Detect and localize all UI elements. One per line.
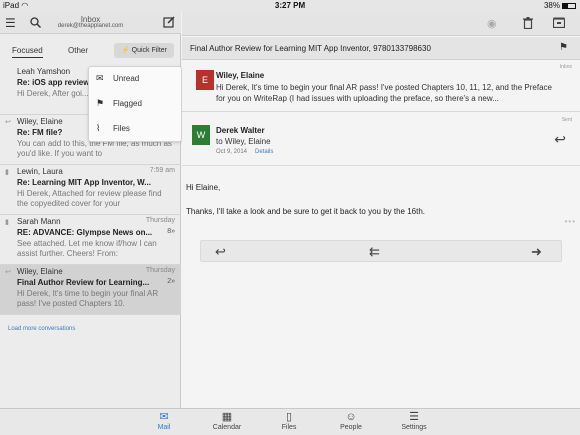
message-actions-bar: ↩ ⇇ ➜ xyxy=(200,240,562,262)
menu-item-unread[interactable]: ✉ Unread xyxy=(89,67,183,91)
reply-icon: ↩ xyxy=(5,269,11,276)
list-item-selected[interactable]: ↩ Wiley, Elaine Thursday Final Author Re… xyxy=(0,265,181,315)
attachment-icon: ▮ xyxy=(5,169,9,176)
mail-icon: ✉ xyxy=(159,411,169,423)
reply-icon[interactable]: ↩ xyxy=(554,131,566,148)
message-body: Thanks, I'll take a look and be sure to … xyxy=(186,207,426,216)
subject-bar: Final Author Review for Learning MIT App… xyxy=(182,37,580,60)
menu-item-files[interactable]: ⌇ Files xyxy=(89,117,183,141)
load-more-link[interactable]: Load more conversations xyxy=(8,326,75,332)
files-icon: ▯ xyxy=(285,411,293,423)
tab-files[interactable]: ▯ Files xyxy=(261,411,317,431)
divider xyxy=(182,165,580,166)
tab-people[interactable]: ☺ People xyxy=(323,411,379,431)
tab-mail[interactable]: ✉ Mail xyxy=(136,411,192,431)
tab-settings[interactable]: ☰ Settings xyxy=(386,411,442,431)
compose-icon[interactable] xyxy=(163,16,175,30)
envelope-icon: ✉ xyxy=(96,73,104,83)
quick-filter-menu: ✉ Unread ⚑ Flagged ⌇ Files xyxy=(88,66,182,142)
settings-icon: ☰ xyxy=(409,411,419,423)
filter-bar: Focused Other ⚡ Quick Filter xyxy=(0,43,181,63)
menu-icon[interactable]: ☰ xyxy=(5,17,16,29)
list-item[interactable]: ▮ Lewin, Laura 7:59 am Re: Learning MIT … xyxy=(0,165,181,215)
clock: 3:27 PM xyxy=(274,1,306,10)
status-bar: iPad ◠ 3:27 PM 38% xyxy=(0,0,580,12)
folder-label: Inbox xyxy=(559,64,572,70)
menu-item-flagged[interactable]: ⚑ Flagged xyxy=(89,92,183,116)
trash-icon[interactable] xyxy=(523,17,533,32)
reader-toolbar: ◉ xyxy=(182,12,580,36)
archive-icon[interactable] xyxy=(552,17,566,31)
tab-bar: ✉ Mail ▦ Calendar ▯ Files ☺ People ☰ Set… xyxy=(0,408,580,435)
recipient: to Wiley, Elaine xyxy=(216,137,271,146)
tab-focused[interactable]: Focused xyxy=(12,46,43,58)
flag-icon[interactable]: ⚑ xyxy=(559,42,568,53)
calendar-icon: ▦ xyxy=(221,411,233,423)
avatar: E xyxy=(196,70,214,90)
reply-icon[interactable]: ↩ xyxy=(215,244,226,260)
more-options-icon[interactable]: ••• xyxy=(565,217,576,226)
message-snippet: Hi Derek, It's time to begin your final … xyxy=(216,83,552,103)
reply-icon: ↩ xyxy=(5,119,11,126)
tab-calendar[interactable]: ▦ Calendar xyxy=(199,411,255,431)
attachment-icon: ▮ xyxy=(5,219,9,226)
battery-status: 38% xyxy=(544,1,576,10)
details-link[interactable]: Details xyxy=(255,149,273,155)
message-greeting: Hi Elaine, xyxy=(186,183,221,192)
flag-icon: ⚑ xyxy=(96,98,105,108)
message-date: Oct 9, 2014 xyxy=(216,149,248,155)
people-icon: ☺ xyxy=(345,411,357,423)
reply-all-icon[interactable]: ⇇ xyxy=(369,244,380,260)
sender-name: Derek Walter xyxy=(216,126,265,135)
thread-message-collapsed[interactable]: Inbox E Wiley, Elaine Hi Derek, It's tim… xyxy=(182,62,580,112)
list-header: ☰ Inbox derek@theapplanet.com xyxy=(0,12,181,34)
account-email: derek@theapplanet.com xyxy=(57,23,124,29)
avatar: W xyxy=(192,125,210,145)
quick-filter-button[interactable]: ⚡ Quick Filter xyxy=(114,43,174,58)
tab-other[interactable]: Other xyxy=(68,46,88,55)
folder-label: Sent xyxy=(561,117,572,123)
battery-icon xyxy=(562,3,576,9)
list-item[interactable]: ▮ Sarah Mann Thursday RE: ADVANCE: Glymp… xyxy=(0,215,181,265)
paperclip-icon: ⌇ xyxy=(96,123,101,133)
sender-name: Wiley, Elaine xyxy=(216,71,265,80)
lightning-icon: ⚡ xyxy=(120,47,130,54)
circle-icon[interactable]: ◉ xyxy=(487,17,497,30)
message-subject: Final Author Review for Learning MIT App… xyxy=(190,44,431,53)
forward-icon[interactable]: ➜ xyxy=(531,244,542,260)
reading-pane: ◉ Final Author Review for Learning MIT A… xyxy=(182,12,580,408)
